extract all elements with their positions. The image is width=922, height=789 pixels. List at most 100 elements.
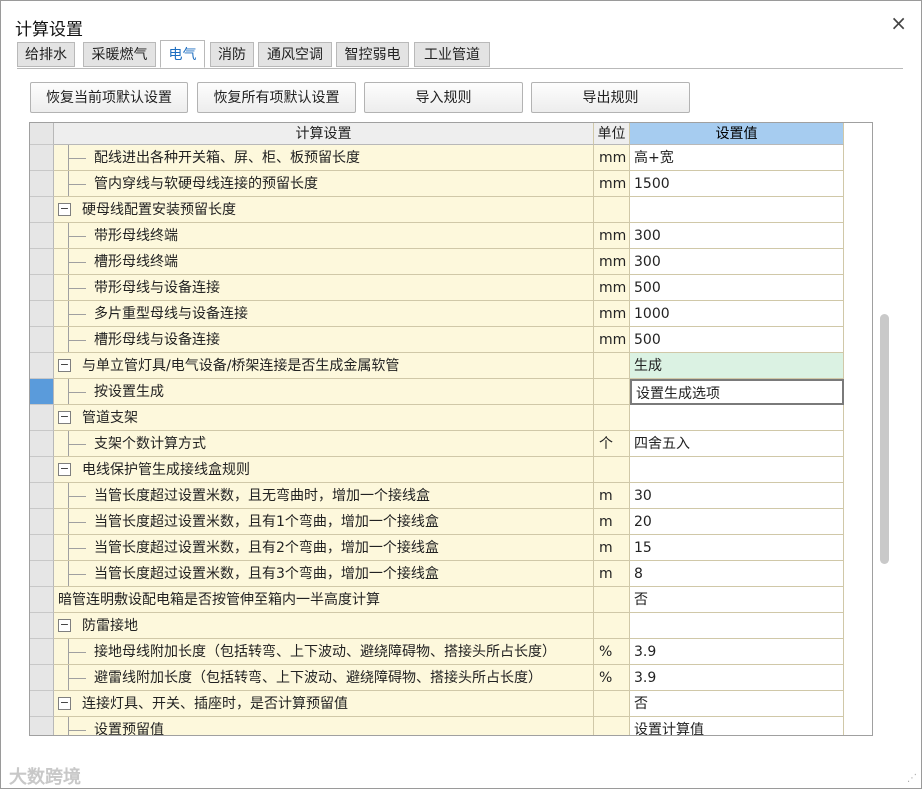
row-header[interactable] xyxy=(30,405,54,431)
value-cell[interactable]: 否 xyxy=(630,691,844,717)
row-header[interactable] xyxy=(30,197,54,223)
value-cell[interactable] xyxy=(630,457,844,483)
value-cell[interactable]: 3.9 xyxy=(630,639,844,665)
import-rules-button[interactable]: 导入规则 xyxy=(364,82,523,113)
value-cell[interactable]: 500 xyxy=(630,275,844,301)
group-row[interactable]: − 管道支架 xyxy=(30,405,872,431)
row-header[interactable] xyxy=(30,353,54,379)
row-header[interactable] xyxy=(30,327,54,353)
value-cell[interactable]: 1000 xyxy=(630,301,844,327)
value-cell[interactable] xyxy=(630,197,844,223)
row-header[interactable] xyxy=(30,457,54,483)
setting-name-cell[interactable]: 当管长度超过设置米数，且有3个弯曲，增加一个接线盒 xyxy=(54,561,594,587)
setting-name-cell[interactable]: − 管道支架 xyxy=(54,405,594,431)
setting-name-cell[interactable]: 带形母线终端 xyxy=(54,223,594,249)
setting-name-cell[interactable]: 带形母线与设备连接 xyxy=(54,275,594,301)
value-cell[interactable]: 500 xyxy=(630,327,844,353)
tab-fire[interactable]: 消防 xyxy=(210,42,254,67)
row-header[interactable] xyxy=(30,587,54,613)
row-header[interactable] xyxy=(30,691,54,717)
value-cell[interactable]: 设置计算值 xyxy=(630,717,844,735)
group-row[interactable]: − 电线保护管生成接线盒规则 xyxy=(30,457,872,483)
row-header[interactable] xyxy=(30,171,54,197)
setting-name-cell[interactable]: 接地母线附加长度（包括转弯、上下波动、避绕障碍物、搭接头所占长度） xyxy=(54,639,594,665)
value-cell[interactable]: 30 xyxy=(630,483,844,509)
setting-name-cell[interactable]: 多片重型母线与设备连接 xyxy=(54,301,594,327)
tab-water[interactable]: 给排水 xyxy=(17,42,75,67)
tab-hvac[interactable]: 通风空调 xyxy=(258,42,332,67)
table-row[interactable]: 当管长度超过设置米数，且有2个弯曲，增加一个接线盒 m 15 xyxy=(30,535,872,561)
table-row[interactable]: 当管长度超过设置米数，且有3个弯曲，增加一个接线盒 m 8 xyxy=(30,561,872,587)
value-cell[interactable]: 8 xyxy=(630,561,844,587)
setting-name-cell[interactable]: − 防雷接地 xyxy=(54,613,594,639)
row-header[interactable] xyxy=(30,639,54,665)
setting-name-cell[interactable]: 避雷线附加长度（包括转弯、上下波动、避绕障碍物、搭接头所占长度） xyxy=(54,665,594,691)
row-header[interactable] xyxy=(30,301,54,327)
value-cell[interactable]: 15 xyxy=(630,535,844,561)
row-header[interactable] xyxy=(30,509,54,535)
setting-name-cell[interactable]: 支架个数计算方式 xyxy=(54,431,594,457)
table-row[interactable]: 配线进出各种开关箱、屏、柜、板预留长度 mm 高+宽 xyxy=(30,145,872,171)
value-cell[interactable]: 300 xyxy=(630,249,844,275)
table-row[interactable]: 当管长度超过设置米数，且无弯曲时，增加一个接线盒 m 30 xyxy=(30,483,872,509)
row-header[interactable] xyxy=(30,145,54,171)
row-header[interactable] xyxy=(30,613,54,639)
collapse-icon[interactable]: − xyxy=(58,203,71,216)
value-cell[interactable] xyxy=(630,405,844,431)
collapse-icon[interactable]: − xyxy=(58,463,71,476)
group-row[interactable]: − 连接灯具、开关、插座时，是否计算预留值 否 xyxy=(30,691,872,717)
value-cell[interactable]: 1500 xyxy=(630,171,844,197)
table-row[interactable]: 带形母线与设备连接 mm 500 xyxy=(30,275,872,301)
vertical-scrollbar[interactable] xyxy=(880,314,889,564)
setting-name-cell[interactable]: 当管长度超过设置米数，且有2个弯曲，增加一个接线盒 xyxy=(54,535,594,561)
group-row[interactable]: − 防雷接地 xyxy=(30,613,872,639)
table-row[interactable]: 接地母线附加长度（包括转弯、上下波动、避绕障碍物、搭接头所占长度）% 3.9 xyxy=(30,639,872,665)
row-header[interactable] xyxy=(30,717,54,735)
row-header[interactable] xyxy=(30,483,54,509)
table-row[interactable]: 按设置生成 设置生成选项 xyxy=(30,379,872,405)
setting-name-cell[interactable]: 槽形母线与设备连接 xyxy=(54,327,594,353)
table-row[interactable]: 管内穿线与软硬母线连接的预留长度 mm 1500 xyxy=(30,171,872,197)
setting-name-cell[interactable]: − 与单立管灯具/电气设备/桥架连接是否生成金属软管 xyxy=(54,353,594,379)
row-header[interactable] xyxy=(30,379,54,405)
setting-name-cell[interactable]: 管内穿线与软硬母线连接的预留长度 xyxy=(54,171,594,197)
collapse-icon[interactable]: − xyxy=(58,619,71,632)
restore-current-button[interactable]: 恢复当前项默认设置 xyxy=(30,82,188,113)
group-row[interactable]: − 与单立管灯具/电气设备/桥架连接是否生成金属软管 生成 xyxy=(30,353,872,379)
collapse-icon[interactable]: − xyxy=(58,359,71,372)
setting-name-cell[interactable]: 暗管连明敷设配电箱是否按管伸至箱内一半高度计算 xyxy=(54,587,594,613)
value-cell[interactable]: 否 xyxy=(630,587,844,613)
table-row[interactable]: 多片重型母线与设备连接 mm 1000 xyxy=(30,301,872,327)
value-cell[interactable]: 20 xyxy=(630,509,844,535)
tab-industrial-pipe[interactable]: 工业管道 xyxy=(414,42,490,67)
collapse-icon[interactable]: − xyxy=(58,411,71,424)
row-header[interactable] xyxy=(30,431,54,457)
row-header[interactable] xyxy=(30,665,54,691)
group-row[interactable]: − 硬母线配置安装预留长度 xyxy=(30,197,872,223)
value-cell[interactable]: 生成 xyxy=(630,353,844,379)
table-row[interactable]: 槽形母线终端 mm 300 xyxy=(30,249,872,275)
table-row[interactable]: 当管长度超过设置米数，且有1个弯曲，增加一个接线盒 m 20 xyxy=(30,509,872,535)
value-cell[interactable]: 设置生成选项 xyxy=(630,379,844,405)
export-rules-button[interactable]: 导出规则 xyxy=(531,82,690,113)
setting-name-cell[interactable]: − 硬母线配置安装预留长度 xyxy=(54,197,594,223)
setting-name-cell[interactable]: 当管长度超过设置米数，且有1个弯曲，增加一个接线盒 xyxy=(54,509,594,535)
tab-smart-control[interactable]: 智控弱电 xyxy=(336,42,409,67)
setting-name-cell[interactable]: 设置预留值 xyxy=(54,717,594,735)
collapse-icon[interactable]: − xyxy=(58,697,71,710)
value-cell[interactable]: 四舍五入 xyxy=(630,431,844,457)
setting-name-cell[interactable]: − 连接灯具、开关、插座时，是否计算预留值 xyxy=(54,691,594,717)
row-header[interactable] xyxy=(30,249,54,275)
row-header[interactable] xyxy=(30,561,54,587)
setting-name-cell[interactable]: 配线进出各种开关箱、屏、柜、板预留长度 xyxy=(54,145,594,171)
tab-electrical[interactable]: 电气 xyxy=(160,40,205,68)
value-cell[interactable]: 300 xyxy=(630,223,844,249)
value-cell[interactable]: 高+宽 xyxy=(630,145,844,171)
tab-heating-gas[interactable]: 采暖燃气 xyxy=(83,42,156,67)
table-row[interactable]: 支架个数计算方式 个四舍五入 xyxy=(30,431,872,457)
table-row[interactable]: 槽形母线与设备连接 mm 500 xyxy=(30,327,872,353)
setting-name-cell[interactable]: 按设置生成 xyxy=(54,379,594,405)
value-cell[interactable]: 3.9 xyxy=(630,665,844,691)
table-row[interactable]: 避雷线附加长度（包括转弯、上下波动、避绕障碍物、搭接头所占长度）% 3.9 xyxy=(30,665,872,691)
value-cell[interactable] xyxy=(630,613,844,639)
